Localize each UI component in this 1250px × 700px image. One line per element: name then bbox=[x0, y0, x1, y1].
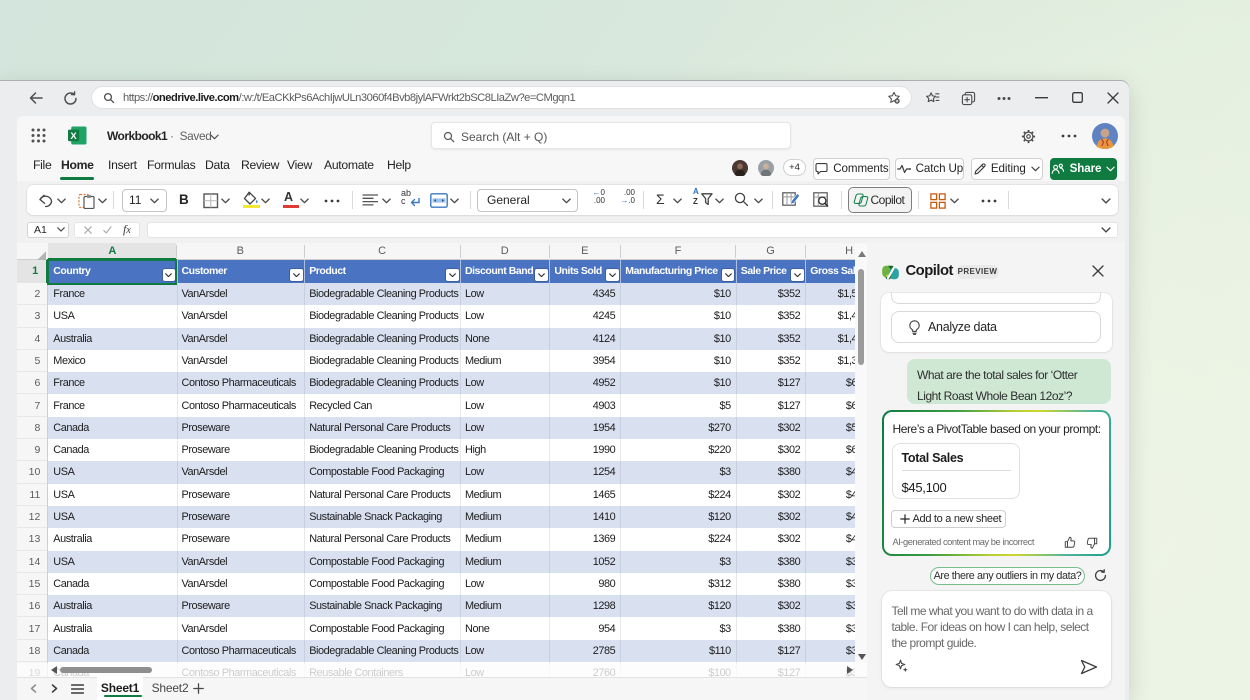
svg-text:X: X bbox=[70, 131, 77, 142]
